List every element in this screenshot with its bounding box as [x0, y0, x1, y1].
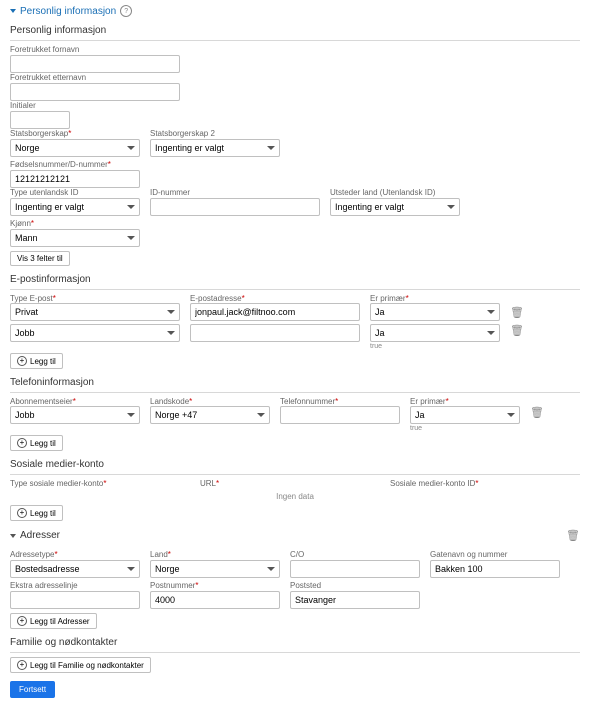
section-phone: Telefoninformasjon	[10, 373, 580, 393]
ssn-input[interactable]	[10, 170, 140, 188]
show-more-fields-button[interactable]: Vis 3 felter til	[10, 251, 70, 266]
address-postcode-input[interactable]	[150, 591, 280, 609]
col-email-primary: Er primær	[370, 294, 406, 303]
chevron-down-icon[interactable]	[10, 534, 16, 538]
col-phone-num: Telefonnummer	[280, 397, 335, 406]
label-city: Poststed	[290, 581, 420, 590]
phone-primary-hint-0: true	[410, 425, 520, 432]
foreign-id-number-input[interactable]	[150, 198, 320, 216]
add-address-button[interactable]: +Legg til Adresser	[10, 613, 97, 629]
label-gender: Kjønn	[10, 219, 31, 228]
social-no-data: Ingen data	[10, 488, 580, 505]
section-email: E-postinformasjon	[10, 270, 580, 290]
label-pref-last: Foretrukket etternavn	[10, 73, 580, 82]
label-initials: Initialer	[10, 101, 580, 110]
plus-icon: +	[17, 356, 27, 366]
label-extra-line: Ekstra adresselinje	[10, 581, 140, 590]
add-social-button[interactable]: +Legg til	[10, 505, 63, 521]
section-family: Familie og nødkontakter	[10, 633, 580, 653]
initials-input[interactable]	[10, 111, 70, 129]
label-citizenship: Statsborgerskap	[10, 129, 68, 138]
plus-icon: +	[17, 616, 27, 626]
trash-icon[interactable]: 🗑	[530, 406, 544, 419]
plus-icon: +	[17, 508, 27, 518]
address-co-input[interactable]	[290, 560, 420, 578]
col-social-id: Sosiale medier-konto ID	[390, 479, 475, 488]
label-foreign-id-type: Type utenlandsk ID	[10, 188, 140, 197]
phone-number-input-0[interactable]	[280, 406, 400, 424]
label-co: C/O	[290, 550, 420, 559]
label-foreign-id-number: ID-nummer	[150, 188, 320, 197]
section-addresses[interactable]: Adresser 🗑	[10, 525, 580, 546]
gender-select[interactable]: Mann	[10, 229, 140, 247]
section-social: Sosiale medier-konto	[10, 455, 580, 475]
continue-button[interactable]: Fortsett	[10, 681, 55, 698]
trash-icon[interactable]: 🗑	[566, 529, 580, 542]
citizenship-select[interactable]: Norge	[10, 139, 140, 157]
col-social-type: Type sosiale medier-konto	[10, 479, 103, 488]
label-ssn: Fødselsnummer/D-nummer	[10, 160, 108, 169]
label-street: Gatenavn og nummer	[430, 550, 560, 559]
trash-icon[interactable]: 🗑	[510, 306, 524, 319]
label-pref-first: Foretrukket fornavn	[10, 45, 580, 54]
address-extra-input[interactable]	[10, 591, 140, 609]
email-type-select-1[interactable]: Jobb	[10, 324, 180, 342]
col-social-url: URL	[200, 479, 216, 488]
label-postcode: Postnummer	[150, 581, 195, 590]
email-type-select-0[interactable]: Privat	[10, 303, 180, 321]
col-email-address: E-postadresse	[190, 294, 242, 303]
phone-cc-select-0[interactable]: Norge +47	[150, 406, 270, 424]
chevron-down-icon[interactable]	[10, 9, 16, 13]
col-phone-cc: Landskode	[150, 397, 189, 406]
pref-last-input[interactable]	[10, 83, 180, 101]
email-primary-hint-1: true	[370, 343, 500, 350]
foreign-id-type-select[interactable]: Ingenting er valgt	[10, 198, 140, 216]
trash-icon[interactable]: 🗑	[510, 324, 524, 337]
add-phone-button[interactable]: +Legg til	[10, 435, 63, 451]
add-email-button[interactable]: +Legg til	[10, 353, 63, 369]
col-phone-primary: Er primær	[410, 397, 446, 406]
label-issuer-country: Utsteder land (Utenlandsk ID)	[330, 188, 460, 197]
section-personal: Personlig informasjon	[10, 21, 580, 41]
panel-title: Personlig informasjon	[20, 6, 116, 17]
col-phone-sub: Abonnementseier	[10, 397, 73, 406]
phone-sub-select-0[interactable]: Jobb	[10, 406, 140, 424]
email-primary-select-1[interactable]: Ja	[370, 324, 500, 342]
add-family-button[interactable]: +Legg til Familie og nødkontakter	[10, 657, 151, 673]
address-type-select[interactable]: Bostedsadresse	[10, 560, 140, 578]
label-citizenship2: Statsborgerskap 2	[150, 129, 280, 138]
citizenship2-select[interactable]: Ingenting er valgt	[150, 139, 280, 157]
email-address-input-1[interactable]	[190, 324, 360, 342]
plus-icon: +	[17, 438, 27, 448]
plus-icon: +	[17, 660, 27, 670]
pref-first-input[interactable]	[10, 55, 180, 73]
address-country-select[interactable]: Norge	[150, 560, 280, 578]
address-city-input[interactable]	[290, 591, 420, 609]
email-primary-select-0[interactable]: Ja	[370, 303, 500, 321]
col-email-type: Type E-post	[10, 294, 53, 303]
label-address-type: Adressetype	[10, 550, 54, 559]
phone-primary-select-0[interactable]: Ja	[410, 406, 520, 424]
address-street-input[interactable]	[430, 560, 560, 578]
email-address-input-0[interactable]	[190, 303, 360, 321]
label-country: Land	[150, 550, 168, 559]
help-icon[interactable]: ?	[120, 5, 132, 17]
issuer-country-select[interactable]: Ingenting er valgt	[330, 198, 460, 216]
